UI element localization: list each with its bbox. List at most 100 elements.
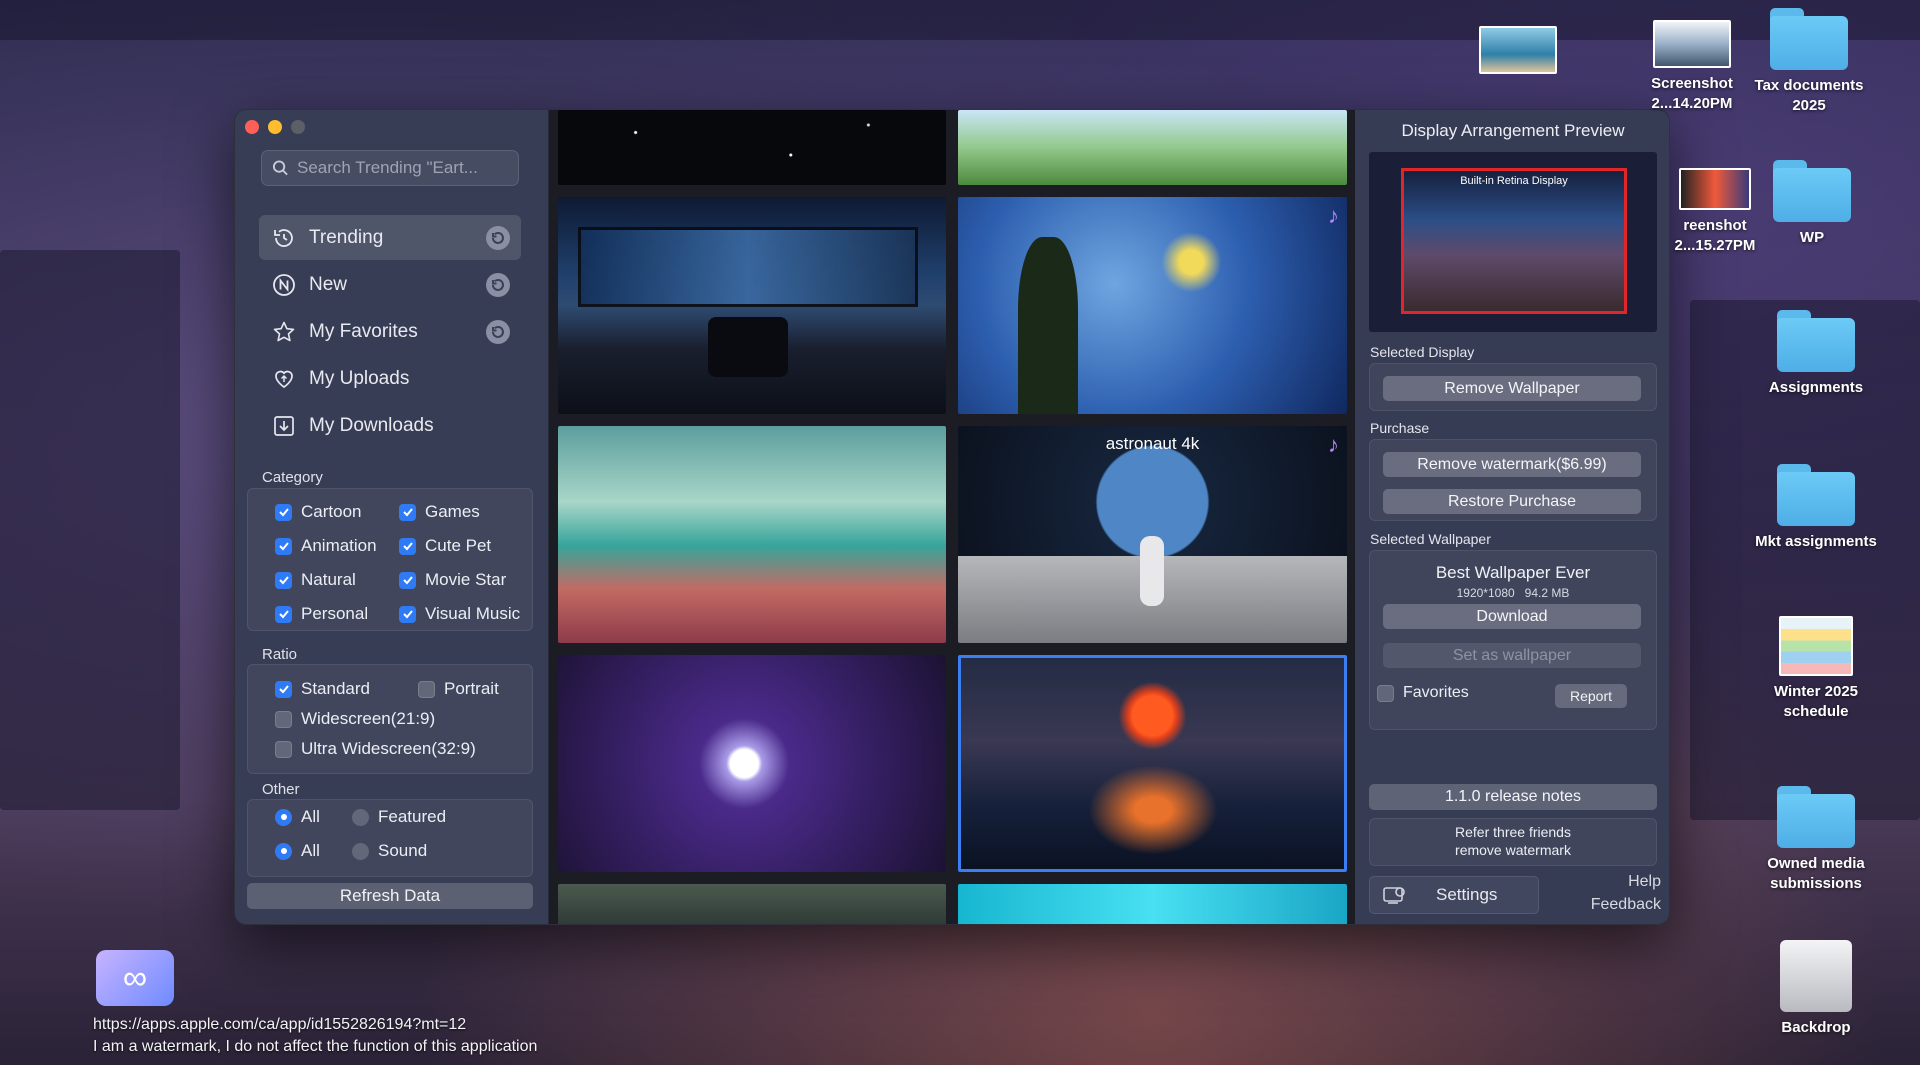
filter-featured-radio[interactable]: Featured [352,807,446,827]
selected-wallpaper-label: Selected Wallpaper [1370,531,1491,547]
sidebar-item-favorites[interactable]: My Favorites [259,309,521,354]
folder-icon [1773,160,1851,222]
wallpaper-tile-meadow[interactable] [958,110,1347,185]
ratio-portrait[interactable]: Portrait [418,679,499,699]
refresh-icon[interactable] [485,272,511,298]
checkbox-unchecked-icon[interactable] [1377,684,1394,702]
settings-button[interactable]: Settings [1369,876,1539,914]
desktop-folder-mkt[interactable]: Mkt assignments [1746,464,1886,552]
wallpaper-tile-astronaut[interactable]: astronaut 4k ♪ [958,426,1347,643]
checkbox-unchecked-icon[interactable] [275,740,292,758]
report-button[interactable]: Report [1555,684,1627,708]
checkbox-checked-icon[interactable] [399,537,416,555]
help-link[interactable]: Help [1591,870,1661,893]
download-button[interactable]: Download [1383,604,1641,629]
right-panel: Display Arrangement Preview Built-in Ret… [1355,110,1669,924]
sidebar-item-new[interactable]: New [259,262,521,307]
checkbox-checked-icon[interactable] [275,537,292,555]
desktop-folder-owned-media[interactable]: Owned media submissions [1746,786,1886,894]
category-cute-pet[interactable]: Cute Pet [399,536,491,556]
category-visual-music[interactable]: Visual Music [399,604,520,624]
checkbox-label: Cute Pet [425,536,492,555]
category-games[interactable]: Games [399,502,480,522]
checkbox-checked-icon[interactable] [275,503,292,521]
wallpaper-tile-seaside-cliff[interactable] [558,426,946,643]
watermark-url: https://apps.apple.com/ca/app/id15528261… [93,1016,467,1033]
desktop-label: Mkt assignments [1755,533,1877,550]
display-preview-screen[interactable]: Built-in Retina Display [1401,168,1627,314]
desktop-screenshot-2[interactable]: reenshot 2...15.27PM [1660,168,1770,256]
radio-selected-icon[interactable] [275,842,292,860]
checkbox-label: Cartoon [301,502,362,521]
refresh-icon[interactable] [485,225,511,251]
checkbox-checked-icon[interactable] [399,571,416,589]
checkbox-label: Natural [301,570,356,589]
sound-only-radio[interactable]: Sound [352,841,427,861]
ratio-widescreen[interactable]: Widescreen(21:9) [275,709,435,729]
close-button[interactable] [245,120,259,134]
category-personal[interactable]: Personal [275,604,368,624]
checkbox-checked-icon[interactable] [399,605,416,623]
desktop-screenshot-cropped[interactable] [1476,26,1560,80]
radio-label: All [301,841,320,860]
desktop-screenshot-1[interactable]: Screenshot 2...14.20PM [1632,20,1752,114]
category-animation[interactable]: Animation [275,536,377,556]
refresh-data-button[interactable]: Refresh Data [247,883,533,909]
sidebar-nav: Trending New My Favorites My Uploads My … [259,215,521,450]
wallpaper-tile-night-office[interactable] [558,197,946,414]
radio-unselected-icon[interactable] [352,808,369,826]
ratio-standard[interactable]: Standard [275,679,370,699]
wallpaper-tile-village[interactable] [558,884,946,924]
remove-wallpaper-button[interactable]: Remove Wallpaper [1383,376,1641,401]
folder-icon [1777,310,1855,372]
desktop-folder-assignments[interactable]: Assignments [1756,310,1876,398]
radio-selected-icon[interactable] [275,808,292,826]
trending-icon [271,225,297,251]
checkbox-checked-icon[interactable] [275,680,292,698]
folder-icon [1770,8,1848,70]
checkbox-unchecked-icon[interactable] [275,710,292,728]
search-box[interactable] [261,150,519,186]
set-as-wallpaper-button[interactable]: Set as wallpaper [1383,643,1641,668]
checkbox-label: Visual Music [425,604,521,623]
ratio-ultra-widescreen[interactable]: Ultra Widescreen(32:9) [275,739,476,759]
sidebar-item-trending[interactable]: Trending [259,215,521,260]
radio-unselected-icon[interactable] [352,842,369,860]
wallpaper-tile-sunset-ocean[interactable] [958,655,1347,872]
checkbox-checked-icon[interactable] [275,571,292,589]
disk-icon [1780,940,1852,1012]
desktop-folder-wp[interactable]: WP [1770,160,1854,248]
minimize-button[interactable] [268,120,282,134]
feedback-link[interactable]: Feedback [1591,893,1661,916]
sound-all-radio[interactable]: All [275,841,320,861]
refresh-icon[interactable] [485,319,511,345]
desktop-label: Tax documents [1754,77,1864,94]
wallpaper-grid: ♪ astronaut 4k ♪ [549,110,1355,924]
checkbox-checked-icon[interactable] [399,503,416,521]
display-preview[interactable]: Built-in Retina Display [1369,152,1657,332]
radio-label: Sound [378,841,428,860]
desktop-backdrop-drive[interactable]: Backdrop [1766,940,1866,1038]
remove-watermark-button[interactable]: Remove watermark($6.99) [1383,452,1641,477]
favorites-checkbox[interactable]: Favorites [1377,684,1469,702]
desktop-folder-tax[interactable]: Tax documents 2025 [1744,8,1874,116]
category-natural[interactable]: Natural [275,570,356,590]
wallpaper-tile-starry-night[interactable]: ♪ [958,197,1347,414]
desktop-sublabel: submissions [1770,875,1862,892]
wallpaper-tile-starfield[interactable] [558,110,946,185]
sidebar-item-uploads[interactable]: My Uploads [259,356,521,401]
wallpaper-tile-aqua[interactable] [958,884,1347,924]
checkbox-unchecked-icon[interactable] [418,680,435,698]
restore-purchase-button[interactable]: Restore Purchase [1383,489,1641,514]
wallpaper-tile-purple-portal[interactable] [558,655,946,872]
category-cartoon[interactable]: Cartoon [275,502,361,522]
desktop-label: WP [1799,229,1825,246]
release-notes-button[interactable]: 1.1.0 release notes [1369,784,1657,810]
filter-all-radio[interactable]: All [275,807,320,827]
zoom-button[interactable] [291,120,305,134]
search-input[interactable] [297,158,518,178]
checkbox-checked-icon[interactable] [275,605,292,623]
sidebar-item-downloads[interactable]: My Downloads [259,403,521,448]
desktop-winter-schedule[interactable]: Winter 2025 schedule [1756,616,1876,722]
category-movie-star[interactable]: Movie Star [399,570,506,590]
